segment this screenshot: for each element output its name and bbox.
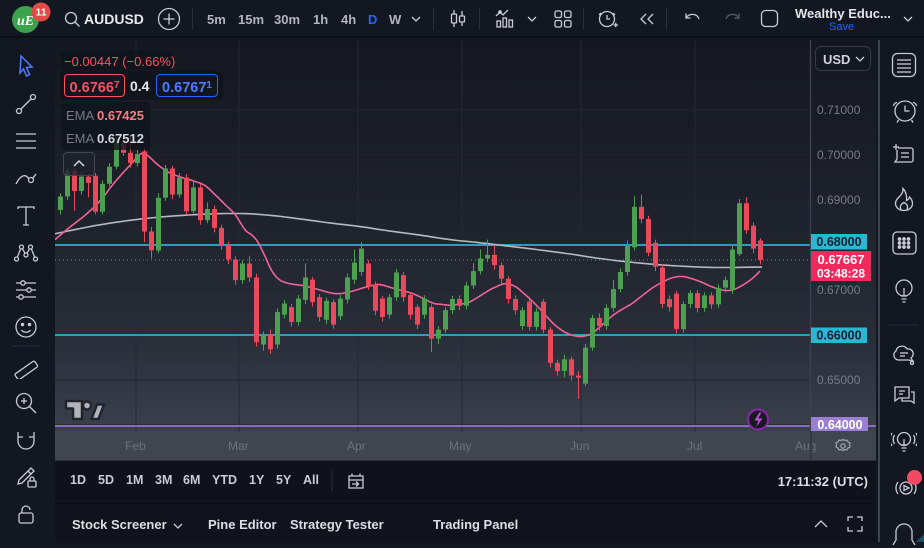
- svg-text:03:48:28: 03:48:28: [817, 267, 865, 281]
- svg-text:0.68000: 0.68000: [816, 235, 861, 249]
- svg-text:0.67000: 0.67000: [817, 283, 861, 297]
- svg-text:0.66000: 0.66000: [816, 329, 861, 343]
- svg-text:11: 11: [35, 7, 46, 19]
- svg-text:0.67667: 0.67667: [818, 252, 865, 267]
- svg-text:uE: uE: [17, 14, 34, 29]
- svg-text:0.71000: 0.71000: [817, 103, 861, 117]
- svg-text:0.70000: 0.70000: [817, 148, 861, 162]
- svg-text:0.69000: 0.69000: [817, 193, 861, 207]
- svg-text:0.64000: 0.64000: [817, 418, 862, 431]
- svg-text:0.65000: 0.65000: [817, 373, 861, 387]
